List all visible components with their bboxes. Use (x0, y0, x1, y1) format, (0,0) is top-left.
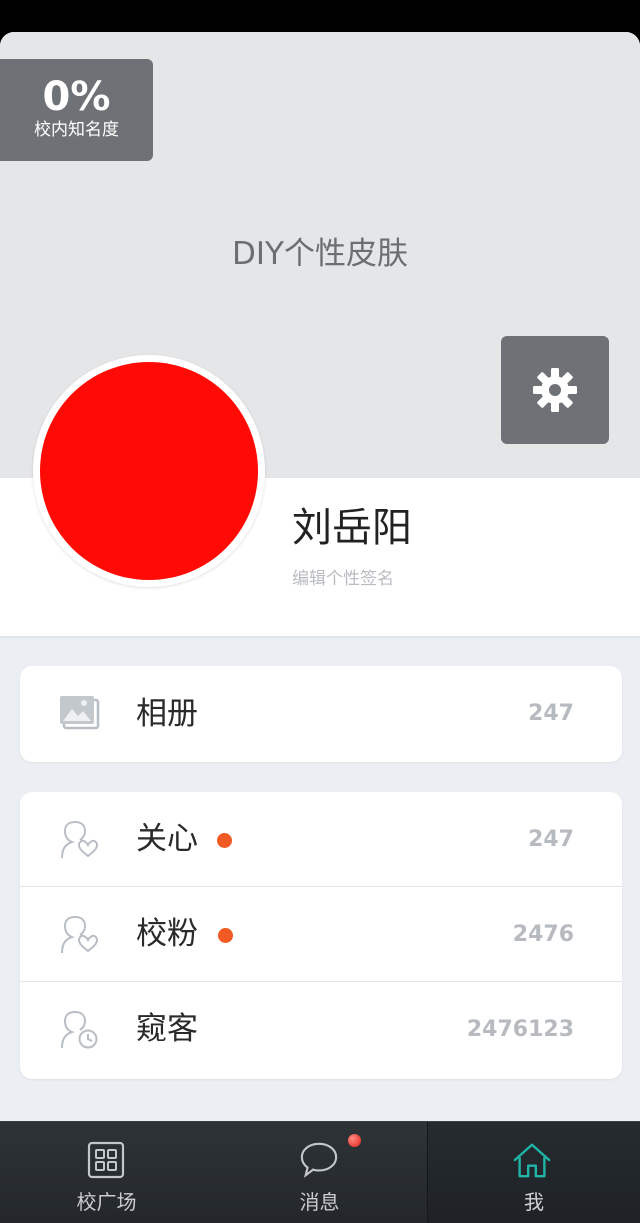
tab-label: 消息 (299, 1190, 340, 1214)
gear-icon (533, 368, 577, 412)
fame-badge[interactable]: 0% 校内知名度 (0, 59, 153, 161)
follow-label: 关心 (136, 821, 198, 857)
social-card: 关心 247 校粉 2476 窥客 2476123 (20, 792, 622, 1079)
album-card: 相册 247 (20, 666, 622, 762)
album-label: 相册 (136, 696, 198, 732)
visitors-label: 窥客 (136, 1011, 198, 1047)
tab-square[interactable]: 校广场 (0, 1122, 213, 1223)
visitors-count: 2476123 (466, 1017, 574, 1042)
fans-label: 校粉 (136, 916, 198, 952)
list-item-follow[interactable]: 关心 247 (20, 792, 622, 887)
profile-screen: 0% 校内知名度 DIY个性皮肤 刘岳阳 编辑个性签名 相册 247 关心 24… (0, 32, 640, 1223)
album-row[interactable]: 相册 247 (20, 666, 622, 762)
fans-count: 2476 (512, 922, 574, 947)
list-item-fans[interactable]: 校粉 2476 (20, 887, 622, 982)
user-heart-icon (61, 915, 99, 954)
user-clock-icon (61, 1010, 98, 1049)
fame-percent: 0% (42, 74, 111, 120)
user-name: 刘岳阳 (292, 505, 412, 551)
diy-skin-title[interactable]: DIY个性皮肤 (0, 228, 640, 273)
photo-album-icon (60, 696, 100, 730)
new-indicator-dot (218, 928, 233, 943)
chat-bubble-icon (300, 1142, 338, 1178)
avatar-image (40, 362, 258, 580)
tab-label: 我 (524, 1190, 544, 1214)
settings-button[interactable] (501, 336, 609, 444)
message-badge-dot (348, 1134, 361, 1147)
signature-placeholder[interactable]: 编辑个性签名 (292, 564, 394, 589)
follow-count: 247 (528, 827, 574, 852)
new-indicator-dot (217, 833, 232, 848)
fame-label: 校内知名度 (34, 120, 119, 140)
home-icon (513, 1143, 551, 1178)
list-item-visitors[interactable]: 窥客 2476123 (20, 982, 622, 1077)
grid-icon (87, 1141, 125, 1179)
album-count: 247 (528, 701, 574, 726)
bottom-tab-bar: 校广场 消息 我 (0, 1121, 640, 1223)
avatar[interactable] (33, 355, 265, 587)
user-heart-icon (61, 820, 99, 859)
tab-me[interactable]: 我 (427, 1122, 640, 1223)
tab-label: 校广场 (76, 1190, 137, 1214)
tab-messages[interactable]: 消息 (213, 1122, 426, 1223)
